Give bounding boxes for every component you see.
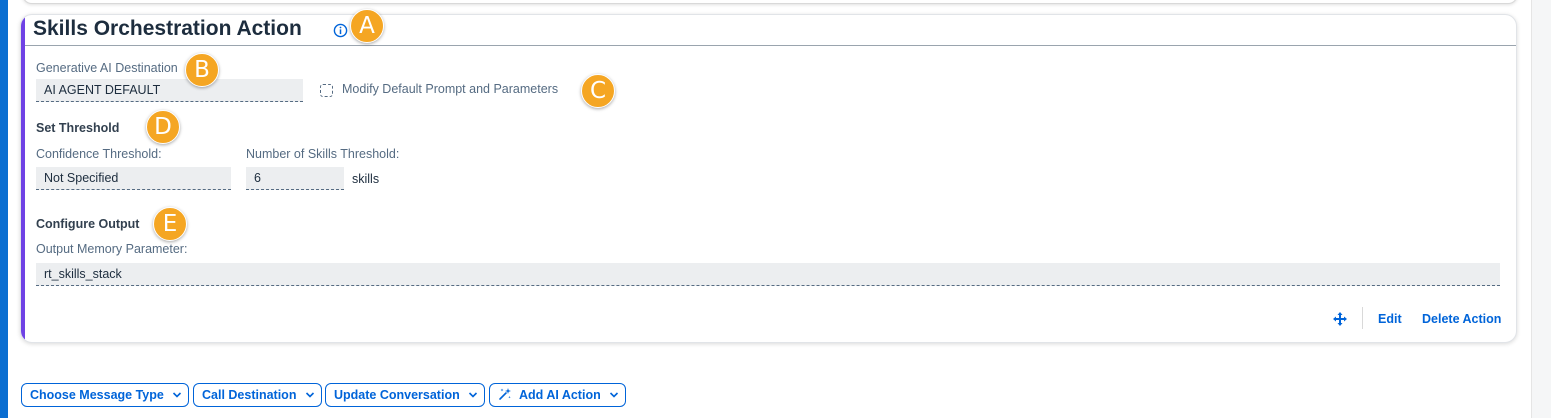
annotation-marker-d: D	[146, 110, 180, 144]
footer-divider	[1362, 307, 1363, 329]
ai-sparkle-icon	[499, 388, 511, 400]
delete-action-button[interactable]: Delete Action	[1422, 312, 1501, 326]
set-threshold-heading: Set Threshold	[36, 121, 120, 135]
call-destination-button[interactable]: Call Destination	[193, 383, 322, 407]
configure-output-heading: Configure Output	[36, 217, 140, 231]
destination-field[interactable]: AI AGENT DEFAULT	[36, 79, 303, 102]
chevron-down-icon	[610, 392, 619, 398]
destination-label: Generative AI Destination	[36, 61, 178, 75]
confidence-threshold-field[interactable]: Not Specified	[36, 167, 231, 190]
choose-message-type-button[interactable]: Choose Message Type	[21, 383, 190, 407]
edit-button[interactable]: Edit	[1378, 312, 1402, 326]
update-conversation-label: Update Conversation	[334, 388, 460, 402]
skills-orchestration-card: Skills Orchestration Action Generative A…	[20, 14, 1517, 343]
chevron-down-icon	[469, 392, 478, 398]
card-header: Skills Orchestration Action	[25, 15, 1516, 46]
add-ai-action-label: Add AI Action	[519, 388, 601, 402]
annotation-marker-b: B	[185, 53, 219, 87]
previous-action-card	[22, 0, 1518, 4]
add-ai-action-button[interactable]: Add AI Action	[489, 383, 627, 407]
annotation-marker-e: E	[153, 207, 187, 241]
modify-prompt-checkbox[interactable]	[320, 84, 333, 97]
skills-unit-label: skills	[352, 172, 380, 186]
move-icon[interactable]	[1332, 311, 1348, 327]
call-destination-label: Call Destination	[202, 388, 297, 402]
card-accent-bar	[21, 15, 25, 342]
annotation-marker-c: C	[581, 74, 615, 108]
output-memory-label: Output Memory Parameter:	[36, 242, 188, 256]
info-icon[interactable]	[333, 23, 348, 38]
chevron-down-icon	[173, 392, 182, 398]
confidence-threshold-label: Confidence Threshold:	[36, 147, 162, 161]
modify-prompt-label[interactable]: Modify Default Prompt and Parameters	[342, 82, 558, 96]
annotation-marker-a: A	[350, 9, 384, 43]
right-rail	[1531, 0, 1551, 418]
choose-message-type-label: Choose Message Type	[30, 388, 164, 402]
output-memory-field[interactable]: rt_skills_stack	[36, 263, 1500, 286]
chevron-down-icon	[305, 392, 315, 398]
card-title: Skills Orchestration Action	[33, 17, 302, 40]
left-rail	[0, 0, 8, 418]
update-conversation-button[interactable]: Update Conversation	[325, 383, 486, 407]
skills-threshold-label: Number of Skills Threshold:	[246, 147, 400, 161]
skills-threshold-field[interactable]: 6	[246, 167, 344, 190]
